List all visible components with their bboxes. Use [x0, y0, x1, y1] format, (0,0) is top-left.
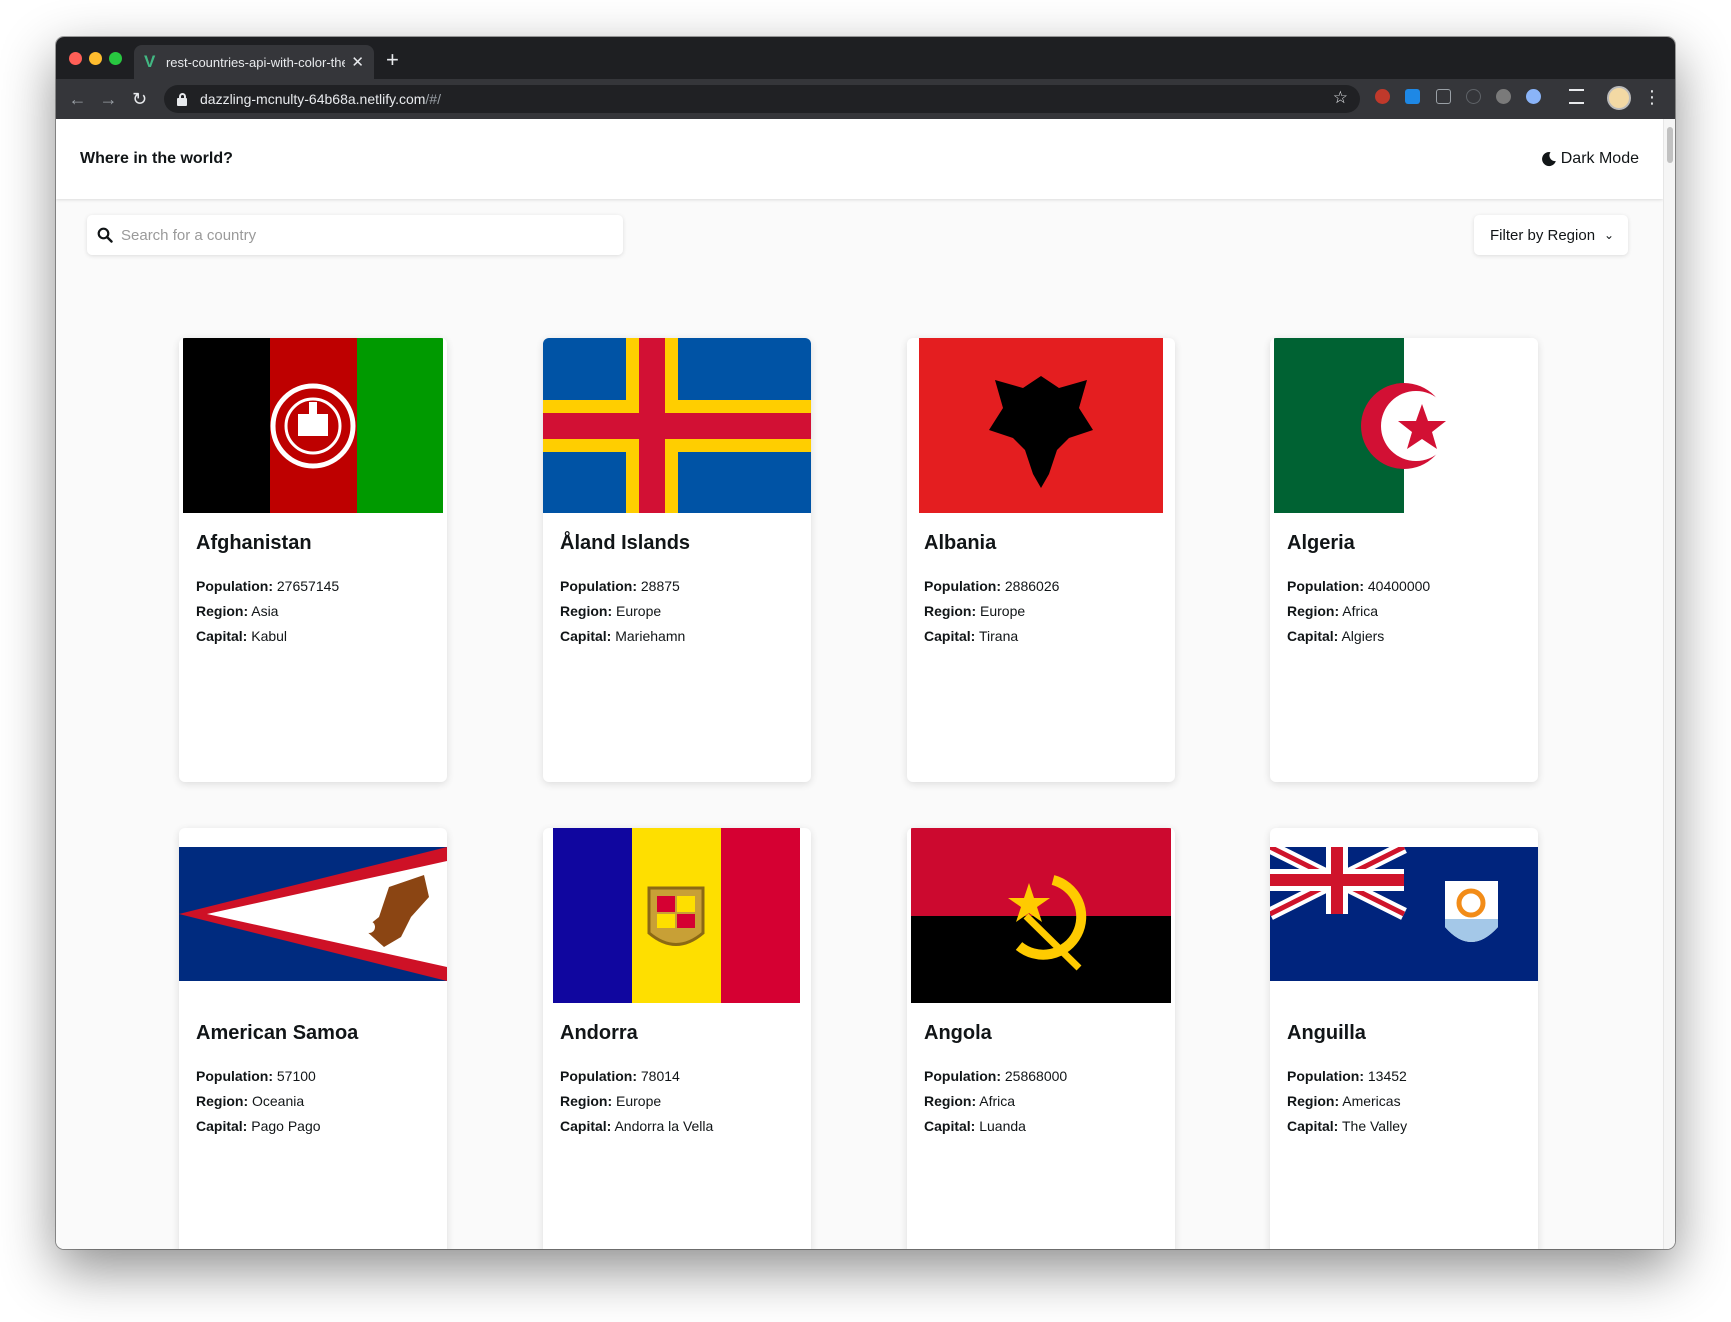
dark-mode-label: Dark Mode	[1560, 150, 1639, 167]
andorra-flag	[553, 828, 800, 1003]
population-row: Population: 40400000	[1287, 578, 1431, 594]
american-samoa-flag	[179, 847, 447, 981]
albania-flag	[919, 338, 1163, 513]
region-filter-dropdown[interactable]: Filter by Region ⌄	[1474, 215, 1628, 255]
site-title[interactable]: Where in the world?	[80, 150, 233, 168]
region-row: Region: Europe	[560, 603, 662, 619]
scrollbar-thumb[interactable]	[1667, 127, 1673, 163]
country-name: Anguilla	[1287, 1022, 1366, 1044]
country-name: American Samoa	[196, 1022, 359, 1044]
capital-row: Capital: The Valley	[1287, 1118, 1408, 1134]
country-card-american-samoa[interactable]: American Samoa Population: 57100 Region:…	[179, 828, 447, 1249]
country-name: Algeria	[1287, 532, 1355, 554]
search-input[interactable]	[121, 226, 601, 244]
country-card-anguilla[interactable]: Anguilla Population: 13452 Region: Ameri…	[1270, 828, 1538, 1249]
reload-icon[interactable]: ↻	[124, 89, 155, 110]
search-box[interactable]	[87, 215, 623, 255]
population-row: Population: 28875	[560, 578, 680, 594]
region-row: Region: Africa	[924, 1093, 1016, 1109]
browser-toolbar: ← → ↻ dazzling-mcnulty-64b68a.netlify.co…	[56, 79, 1675, 119]
pip-extension-icon[interactable]	[1436, 89, 1451, 104]
browser-tab[interactable]: V rest-countries-api-with-color-theme ✕	[134, 45, 374, 79]
country-card-aland-islands[interactable]: Åland Islands Population: 28875 Region: …	[543, 338, 811, 782]
capital-row: Capital: Luanda	[924, 1118, 1026, 1134]
tab-title: rest-countries-api-with-color-theme	[165, 54, 346, 70]
region-row: Region: Africa	[1287, 603, 1379, 619]
s-extension-icon[interactable]	[1405, 89, 1420, 104]
browser-menu-icon[interactable]: ⋮	[1643, 88, 1661, 106]
population-row: Population: 57100	[196, 1068, 316, 1084]
moon-icon	[1541, 152, 1556, 167]
minimize-window-button[interactable]	[89, 52, 102, 65]
country-card-algeria[interactable]: Algeria Population: 40400000 Region: Afr…	[1270, 338, 1538, 782]
profile-avatar[interactable]	[1607, 86, 1631, 110]
new-tab-button[interactable]: +	[386, 47, 399, 73]
lock-icon	[176, 93, 188, 106]
afghanistan-flag	[183, 338, 443, 513]
region-row: Region: Asia	[196, 603, 279, 619]
search-icon	[97, 227, 113, 243]
country-name: Albania	[924, 532, 997, 554]
bookmark-star-icon[interactable]: ☆	[1333, 88, 1348, 108]
capital-row: Capital: Algiers	[1287, 628, 1385, 644]
population-row: Population: 25868000	[924, 1068, 1068, 1084]
country-card-andorra[interactable]: Andorra Population: 78014 Region: Europe…	[543, 828, 811, 1249]
country-card-angola[interactable]: Angola Population: 25868000 Region: Afri…	[907, 828, 1175, 1249]
country-name: Andorra	[560, 1022, 638, 1044]
population-row: Population: 27657145	[196, 578, 340, 594]
country-name: Åland Islands	[560, 532, 691, 554]
population-row: Population: 78014	[560, 1068, 680, 1084]
page-scrollbar[interactable]	[1663, 119, 1675, 1249]
browser-window: V rest-countries-api-with-color-theme ✕ …	[56, 37, 1675, 1249]
page-content: Where in the world? Dark Mode Filter by …	[56, 119, 1663, 1249]
algeria-flag	[1274, 338, 1534, 513]
capital-row: Capital: Tirana	[924, 628, 1019, 644]
tab-close-icon[interactable]: ✕	[351, 53, 364, 71]
country-name: Afghanistan	[196, 532, 312, 554]
capital-row: Capital: Pago Pago	[196, 1118, 321, 1134]
capital-row: Capital: Mariehamn	[560, 628, 686, 644]
population-row: Population: 13452	[1287, 1068, 1407, 1084]
site-header: Where in the world? Dark Mode	[56, 119, 1663, 199]
dark-mode-toggle[interactable]: Dark Mode	[1541, 150, 1639, 168]
bug-extension-icon[interactable]	[1496, 89, 1511, 104]
country-card-afghanistan[interactable]: Afghanistan Population: 27657145 Region:…	[179, 338, 447, 782]
angola-flag	[911, 828, 1171, 1003]
vue-favicon-icon: V	[144, 52, 156, 71]
chevron-down-icon: ⌄	[1603, 228, 1614, 242]
close-window-button[interactable]	[69, 52, 82, 65]
country-name: Angola	[924, 1022, 992, 1044]
globe-extension-icon[interactable]	[1526, 89, 1541, 104]
back-arrow-icon[interactable]: ←	[62, 89, 93, 110]
country-card-albania[interactable]: Albania Population: 2886026 Region: Euro…	[907, 338, 1175, 782]
wifi-extension-icon[interactable]	[1466, 89, 1481, 104]
capital-row: Capital: Kabul	[196, 628, 288, 644]
filter-label: Filter by Region	[1490, 226, 1596, 244]
url-text: dazzling-mcnulty-64b68a.netlify.com/#/	[200, 91, 441, 107]
forward-arrow-icon[interactable]: →	[93, 89, 124, 110]
tab-strip: V rest-countries-api-with-color-theme ✕ …	[56, 37, 1675, 79]
reading-list-icon[interactable]	[1569, 89, 1584, 104]
region-row: Region: Americas	[1287, 1093, 1401, 1109]
region-row: Region: Oceania	[196, 1093, 305, 1109]
region-row: Region: Europe	[560, 1093, 662, 1109]
capital-row: Capital: Andorra la Vella	[560, 1118, 714, 1134]
aland-flag	[543, 338, 811, 513]
maximize-window-button[interactable]	[109, 52, 122, 65]
population-row: Population: 2886026	[924, 578, 1060, 594]
anguilla-flag	[1270, 847, 1538, 981]
region-row: Region: Europe	[924, 603, 1026, 619]
address-bar[interactable]: dazzling-mcnulty-64b68a.netlify.com/#/ ☆	[164, 85, 1360, 113]
ublock-extension-icon[interactable]	[1375, 89, 1390, 104]
